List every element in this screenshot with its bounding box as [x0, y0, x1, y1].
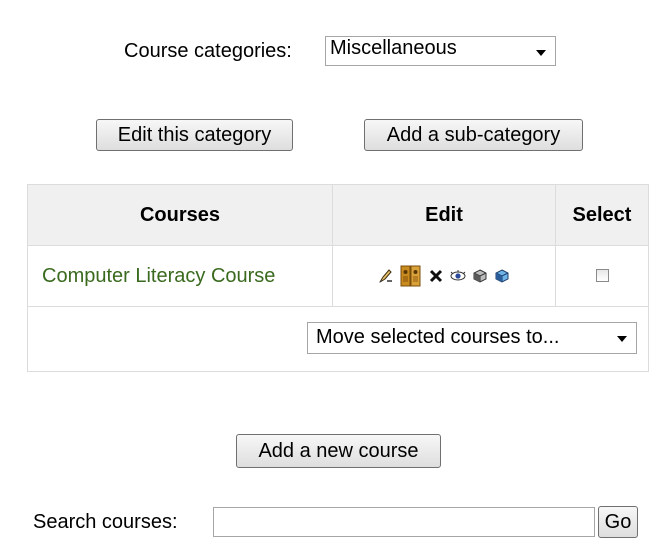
course-select-checkbox[interactable] [595, 268, 609, 282]
add-subcategory-button[interactable]: Add a sub-category [364, 119, 583, 151]
edit-icons [333, 264, 555, 288]
edit-icon[interactable] [378, 268, 394, 284]
move-courses-select-value: Move selected courses to... [316, 326, 560, 348]
header-courses: Courses [27, 184, 333, 246]
header-edit: Edit [332, 184, 556, 246]
add-new-course-button[interactable]: Add a new course [236, 434, 441, 468]
table-row: Move selected courses to... [27, 306, 649, 372]
header-select: Select [555, 184, 649, 246]
course-link[interactable]: Computer Literacy Course [28, 265, 275, 287]
category-label: Course categories: [124, 40, 292, 62]
courses-table: Courses Edit Select Computer Literacy Co… [27, 184, 649, 372]
search-label: Search courses: [33, 511, 178, 533]
course-cell: Computer Literacy Course [27, 245, 333, 307]
chevron-down-icon [536, 50, 546, 56]
chevron-down-icon [617, 336, 627, 342]
category-select-value: Miscellaneous [330, 37, 457, 59]
move-up-icon[interactable] [494, 268, 510, 284]
table-header-row: Courses Edit Select [27, 184, 649, 246]
category-row: Course categories: Miscellaneous [0, 36, 660, 66]
delete-icon[interactable] [428, 268, 444, 284]
enrol-users-icon[interactable] [400, 264, 422, 288]
edit-category-button[interactable]: Edit this category [96, 119, 293, 151]
category-select[interactable]: Miscellaneous [325, 36, 556, 66]
hide-icon[interactable] [450, 270, 466, 282]
move-courses-select[interactable]: Move selected courses to... [307, 322, 637, 354]
move-down-icon[interactable] [472, 268, 488, 284]
move-cell: Move selected courses to... [27, 306, 649, 372]
table-row: Computer Literacy Course [27, 245, 649, 307]
go-button[interactable]: Go [598, 506, 638, 538]
edit-cell [332, 245, 556, 307]
select-cell [555, 245, 649, 307]
search-input[interactable] [213, 507, 595, 537]
